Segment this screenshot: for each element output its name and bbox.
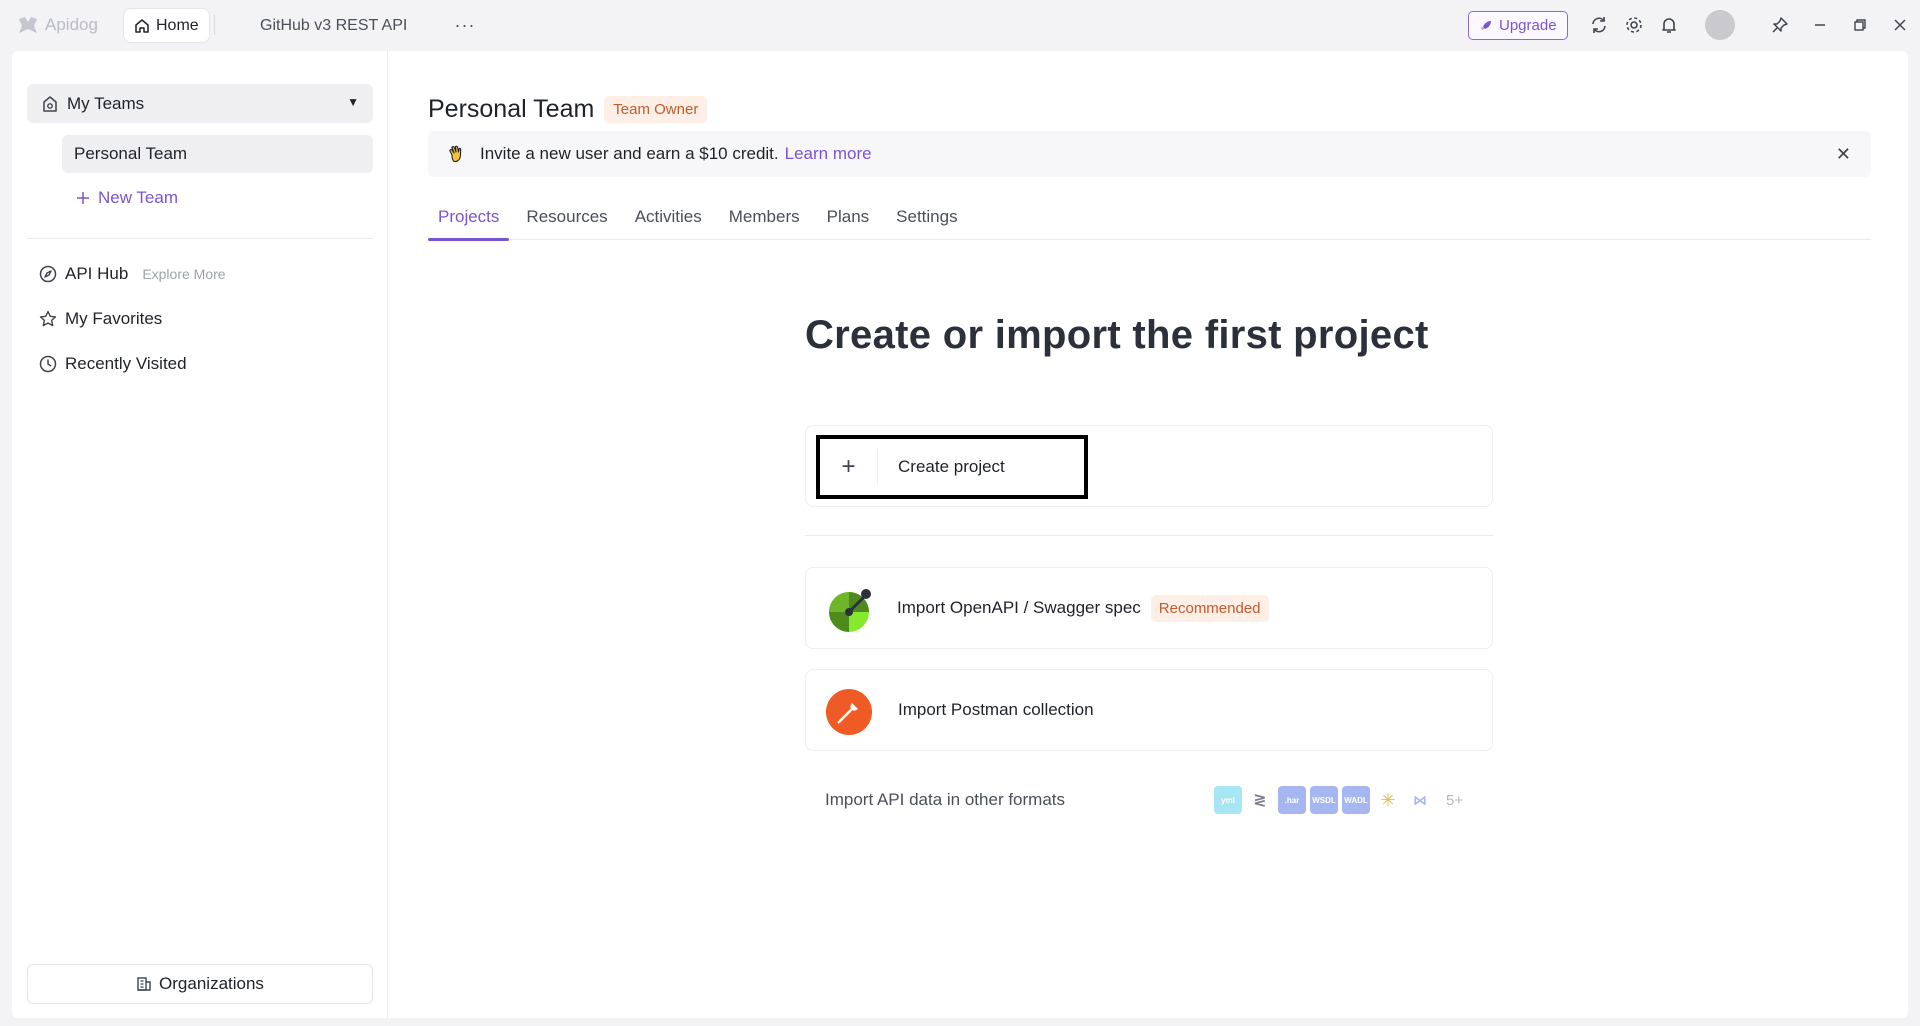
clock-icon (39, 355, 57, 373)
bell-icon[interactable] (1657, 13, 1681, 37)
har-icon: .har (1278, 786, 1306, 814)
tab-resources[interactable]: Resources (516, 193, 617, 240)
tab-settings[interactable]: Settings (886, 193, 967, 240)
insomnia-icon: ✳ (1374, 786, 1402, 814)
sidebar-item-recently-visited[interactable]: Recently Visited (39, 349, 187, 379)
import-postman-text: Import Postman collection (898, 700, 1094, 720)
restore-icon[interactable] (1848, 13, 1872, 37)
divider (805, 535, 1493, 536)
teams-icon (43, 95, 57, 112)
home-icon (135, 18, 149, 33)
page-title: Personal Team Team Owner (428, 95, 708, 124)
favorites-label: My Favorites (65, 309, 163, 328)
recommended-badge: Recommended (1150, 594, 1269, 622)
tab-activities[interactable]: Activities (625, 193, 712, 240)
organizations-label: Organizations (159, 974, 264, 993)
sidebar-item-my-teams[interactable]: My Teams ▼ (27, 84, 373, 123)
organizations-button[interactable]: Organizations (27, 964, 373, 1004)
import-swagger-text: Import OpenAPI / Swagger spec Recommende… (897, 594, 1269, 622)
tab-projects[interactable]: Projects (428, 193, 510, 241)
star-icon (39, 310, 57, 327)
gear-icon[interactable] (1622, 13, 1646, 37)
create-project-label: Create project (898, 457, 1005, 476)
upgrade-label: Upgrade (1499, 17, 1557, 34)
tab-home[interactable]: Home (124, 9, 209, 42)
create-project-card: + Create project (805, 425, 1493, 507)
explore-more-link[interactable]: Explore More (142, 266, 225, 282)
tab-members[interactable]: Members (719, 193, 810, 240)
more-formats-count: 5+ (1446, 791, 1464, 809)
minimize-icon[interactable] (1808, 13, 1832, 37)
api-hub-label: API Hub (65, 264, 129, 283)
app-window: My Teams ▼ Personal Team New Team API Hu… (12, 51, 1908, 1018)
sidebar: My Teams ▼ Personal Team New Team API Hu… (12, 51, 388, 1018)
new-team-label: New Team (98, 188, 178, 207)
main-panel: Personal Team Team Owner Invite a new us… (388, 51, 1908, 1018)
other-formats-label: Import API data in other formats (825, 790, 1066, 809)
sidebar-item-personal-team[interactable]: Personal Team (62, 135, 373, 173)
building-icon (137, 977, 151, 991)
close-icon[interactable]: ✕ (1836, 144, 1851, 165)
sync-icon[interactable] (1587, 13, 1611, 37)
import-postman-card[interactable]: Import Postman collection (805, 669, 1493, 751)
swagger-icon (829, 589, 871, 632)
plus-icon (77, 192, 89, 204)
import-swagger-card[interactable]: Import OpenAPI / Swagger spec Recommende… (805, 567, 1493, 649)
plus-icon: + (820, 449, 878, 485)
compass-icon (39, 265, 57, 283)
team-name: Personal Team (428, 95, 595, 123)
invite-banner: Invite a new user and earn a $10 credit.… (428, 131, 1871, 177)
postman-icon (826, 689, 872, 735)
more-tabs-button[interactable]: ··· (454, 12, 476, 38)
apidog-logo-icon (19, 17, 37, 33)
invite-text: Invite a new user and earn a $10 credit. (480, 144, 779, 163)
import-swagger-label: Import OpenAPI / Swagger spec (897, 598, 1141, 617)
empty-state-heading: Create or import the first project (805, 313, 1429, 357)
my-teams-label: My Teams (67, 93, 145, 113)
wsdl-icon: WSDL (1310, 786, 1338, 814)
create-project-button[interactable]: + Create project (816, 435, 1088, 499)
team-owner-badge: Team Owner (604, 96, 708, 123)
new-team-button[interactable]: New Team (76, 179, 178, 217)
title-bar: Apidog Home GitHub v3 REST API ··· Upgra… (0, 0, 1920, 50)
app-name: Apidog (45, 15, 98, 34)
rocket-icon (1481, 20, 1491, 30)
tab-divider (214, 15, 215, 35)
tab-plans[interactable]: Plans (817, 193, 880, 240)
stoplight-icon: ≷ (1246, 786, 1274, 814)
caret-down-icon: ▼ (347, 95, 359, 109)
import-postman-label: Import Postman collection (898, 700, 1094, 719)
sidebar-item-api-hub[interactable]: API Hub Explore More (39, 259, 226, 289)
tab-home-label: Home (156, 16, 199, 34)
format-icons: yml ≷ .har WSDL WADL ✳ ⋈ 5+ (1214, 786, 1463, 814)
user-avatar[interactable] (1705, 10, 1735, 40)
sidebar-item-favorites[interactable]: My Favorites (39, 304, 162, 334)
recently-visited-label: Recently Visited (65, 354, 187, 373)
pin-icon[interactable] (1768, 13, 1792, 37)
close-window-icon[interactable] (1888, 13, 1912, 37)
sidebar-divider (27, 238, 373, 239)
yaml-icon: yml (1214, 786, 1242, 814)
import-other-formats[interactable]: Import API data in other formats yml ≷ .… (825, 784, 1475, 816)
tab-project[interactable]: GitHub v3 REST API (240, 9, 427, 42)
wadl-icon: WADL (1342, 786, 1370, 814)
app-logo: Apidog (17, 15, 125, 35)
upgrade-button[interactable]: Upgrade (1468, 11, 1568, 40)
raml-icon: ⋈ (1406, 786, 1434, 814)
personal-team-label: Personal Team (74, 144, 188, 163)
wave-hand-icon (449, 145, 462, 163)
team-tabs: Projects Resources Activities Members Pl… (428, 193, 1871, 241)
learn-more-link[interactable]: Learn more (785, 144, 872, 164)
